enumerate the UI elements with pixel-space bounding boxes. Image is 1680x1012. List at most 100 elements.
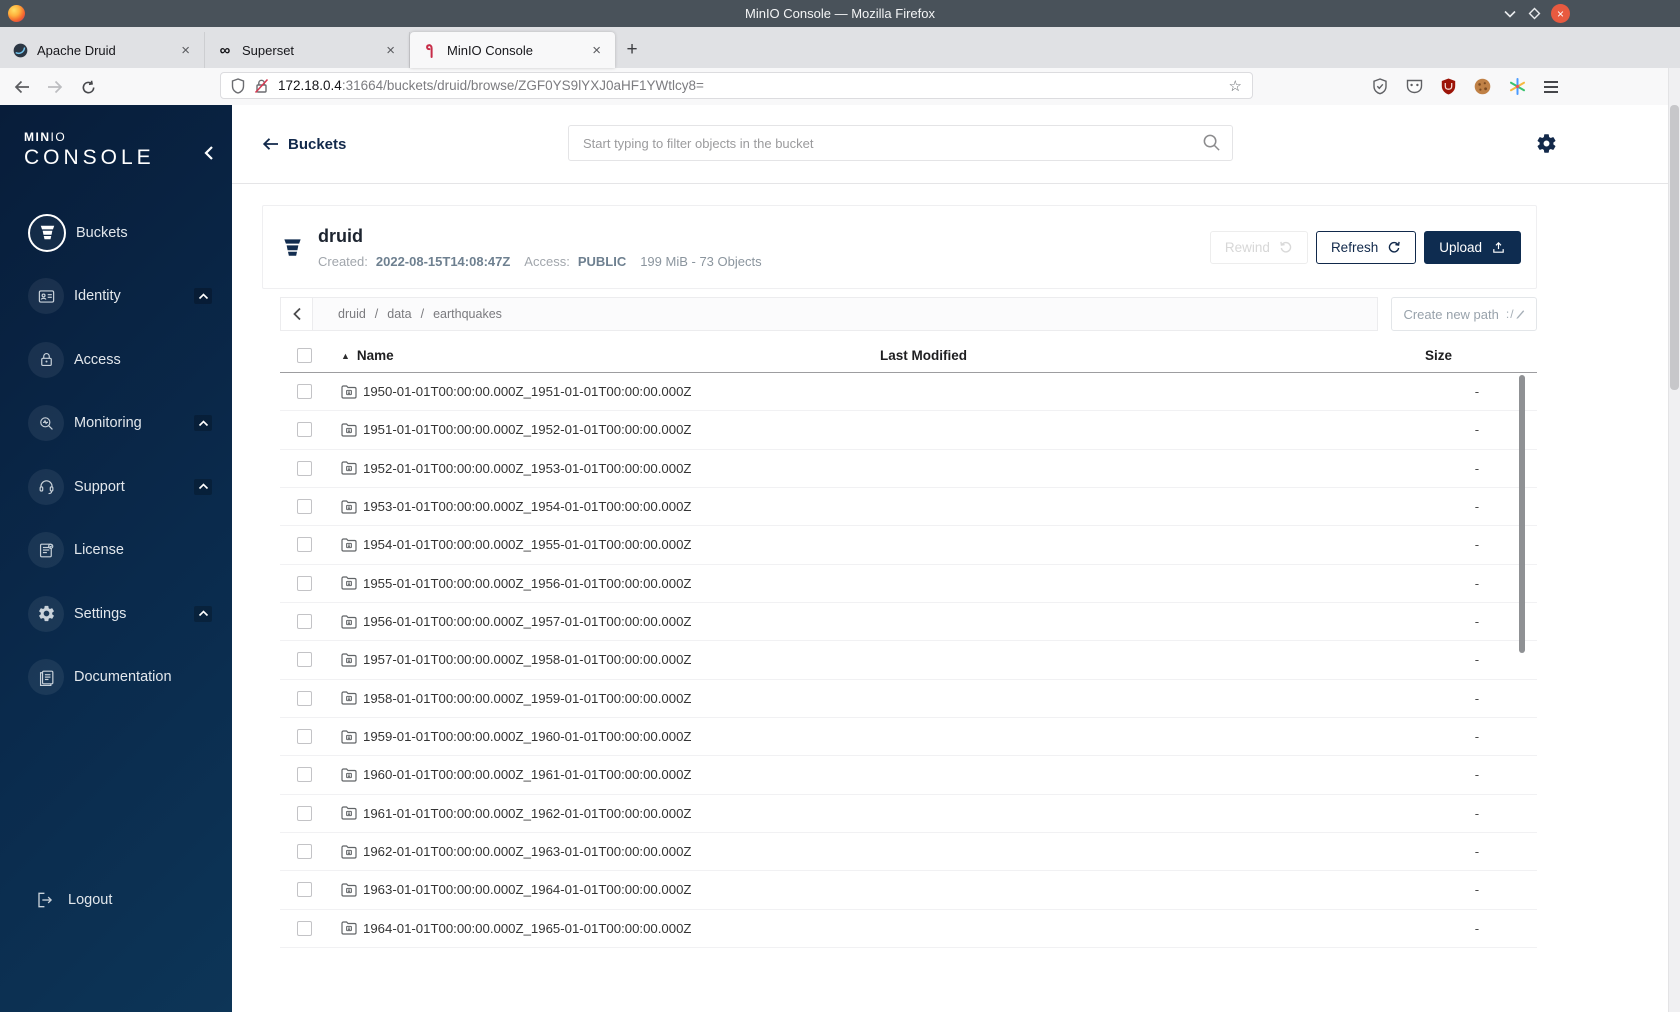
row-checkbox[interactable]	[297, 920, 312, 936]
breadcrumb-item-bucket[interactable]: druid	[338, 307, 366, 321]
row-checkbox[interactable]	[297, 537, 312, 553]
new-tab-button[interactable]: +	[615, 32, 649, 68]
sidebar-item-documentation[interactable]: Documentation	[0, 646, 232, 710]
sidebar-item-settings[interactable]: Settings	[0, 582, 232, 646]
table-row[interactable]: 1964-01-01T00:00:00.000Z_1965-01-01T00:0…	[280, 910, 1537, 948]
back-button[interactable]	[10, 75, 34, 99]
chevron-up-icon[interactable]	[194, 415, 212, 432]
create-new-path-button[interactable]: Create new path :/	[1391, 297, 1537, 331]
upload-button[interactable]: Upload	[1424, 230, 1521, 264]
insecure-lock-icon[interactable]	[254, 78, 269, 94]
table-row[interactable]: 1962-01-01T00:00:00.000Z_1963-01-01T00:0…	[280, 833, 1537, 872]
menu-button[interactable]	[1544, 80, 1558, 93]
row-checkbox[interactable]	[297, 652, 312, 668]
sidebar-item-buckets[interactable]: Buckets	[0, 201, 232, 265]
sidebar-item-identity[interactable]: Identity	[0, 265, 232, 329]
row-checkbox[interactable]	[297, 844, 312, 860]
object-name[interactable]: 1950-01-01T00:00:00.000Z_1951-01-01T00:0…	[363, 384, 691, 399]
column-header-size[interactable]: Size	[1417, 348, 1537, 363]
column-header-name[interactable]: Name	[357, 348, 394, 363]
object-name[interactable]: 1963-01-01T00:00:00.000Z_1964-01-01T00:0…	[363, 882, 691, 897]
table-row[interactable]: 1956-01-01T00:00:00.000Z_1957-01-01T00:0…	[280, 603, 1537, 642]
sidebar-item-access[interactable]: Access	[0, 328, 232, 392]
refresh-button[interactable]: Refresh	[1315, 230, 1417, 264]
breadcrumb-item-folder[interactable]: data	[387, 307, 411, 321]
table-row[interactable]: 1959-01-01T00:00:00.000Z_1960-01-01T00:0…	[280, 718, 1537, 757]
ublock-extension-icon[interactable]	[1441, 78, 1456, 95]
tab-apache-druid[interactable]: Apache Druid ×	[0, 32, 205, 68]
select-all-checkbox[interactable]	[297, 348, 312, 363]
url-bar[interactable]: 172.18.0.4:31664/buckets/druid/browse/ZG…	[220, 72, 1253, 99]
table-row[interactable]: 1963-01-01T00:00:00.000Z_1964-01-01T00:0…	[280, 871, 1537, 910]
table-row[interactable]: 1951-01-01T00:00:00.000Z_1952-01-01T00:0…	[280, 411, 1537, 450]
row-checkbox[interactable]	[297, 767, 312, 783]
table-row[interactable]: 1961-01-01T00:00:00.000Z_1962-01-01T00:0…	[280, 795, 1537, 833]
object-name[interactable]: 1951-01-01T00:00:00.000Z_1952-01-01T00:0…	[363, 422, 691, 437]
browser-scrollbar-thumb[interactable]	[1670, 105, 1679, 390]
table-row[interactable]: 1957-01-01T00:00:00.000Z_1958-01-01T00:0…	[280, 641, 1537, 680]
window-minimize-button[interactable]	[1503, 7, 1517, 21]
row-checkbox[interactable]	[297, 499, 312, 515]
shield-check-extension-icon[interactable]	[1372, 78, 1388, 95]
row-checkbox[interactable]	[297, 614, 312, 630]
row-checkbox[interactable]	[297, 384, 312, 400]
row-checkbox[interactable]	[297, 882, 312, 898]
sort-ascending-icon[interactable]: ▲	[341, 351, 350, 361]
sidebar-item-monitoring[interactable]: Monitoring	[0, 392, 232, 456]
row-checkbox[interactable]	[297, 575, 312, 591]
object-name[interactable]: 1955-01-01T00:00:00.000Z_1956-01-01T00:0…	[363, 576, 691, 591]
object-name[interactable]: 1961-01-01T00:00:00.000Z_1962-01-01T00:0…	[363, 806, 691, 821]
object-name[interactable]: 1960-01-01T00:00:00.000Z_1961-01-01T00:0…	[363, 767, 691, 782]
object-name[interactable]: 1956-01-01T00:00:00.000Z_1957-01-01T00:0…	[363, 614, 691, 629]
column-header-last-modified[interactable]: Last Modified	[880, 348, 1417, 363]
cookie-extension-icon[interactable]	[1474, 78, 1491, 95]
object-name[interactable]: 1953-01-01T00:00:00.000Z_1954-01-01T00:0…	[363, 499, 691, 514]
object-name[interactable]: 1954-01-01T00:00:00.000Z_1955-01-01T00:0…	[363, 537, 691, 552]
table-row[interactable]: 1960-01-01T00:00:00.000Z_1961-01-01T00:0…	[280, 756, 1537, 795]
object-name[interactable]: 1962-01-01T00:00:00.000Z_1963-01-01T00:0…	[363, 844, 691, 859]
window-maximize-button[interactable]	[1527, 7, 1541, 21]
reload-button[interactable]	[76, 75, 100, 99]
chevron-up-icon[interactable]	[194, 288, 212, 305]
chevron-up-icon[interactable]	[194, 478, 212, 495]
window-close-button[interactable]: ×	[1551, 4, 1570, 23]
object-name[interactable]: 1952-01-01T00:00:00.000Z_1953-01-01T00:0…	[363, 461, 691, 476]
object-name[interactable]: 1957-01-01T00:00:00.000Z_1958-01-01T00:0…	[363, 652, 691, 667]
tab-close-icon[interactable]: ×	[382, 41, 399, 60]
chevron-up-icon[interactable]	[194, 605, 212, 622]
table-row[interactable]: 1958-01-01T00:00:00.000Z_1959-01-01T00:0…	[280, 680, 1537, 718]
tab-close-icon[interactable]: ×	[588, 41, 605, 60]
object-name[interactable]: 1958-01-01T00:00:00.000Z_1959-01-01T00:0…	[363, 691, 691, 706]
snowflake-extension-icon[interactable]	[1509, 78, 1526, 95]
tracking-shield-icon[interactable]	[231, 77, 245, 94]
breadcrumb-item-folder[interactable]: earthquakes	[433, 307, 502, 321]
settings-gear-icon[interactable]	[1535, 132, 1558, 155]
sidebar-item-logout[interactable]: Logout	[0, 880, 232, 920]
row-checkbox[interactable]	[297, 729, 312, 745]
back-to-buckets-link[interactable]: Buckets	[262, 136, 346, 153]
container-mask-extension-icon[interactable]	[1406, 79, 1423, 94]
filter-objects-input[interactable]	[568, 125, 1233, 161]
browser-scrollbar[interactable]	[1668, 68, 1680, 1012]
table-scrollbar-thumb[interactable]	[1519, 375, 1525, 653]
object-name[interactable]: 1964-01-01T00:00:00.000Z_1965-01-01T00:0…	[363, 921, 691, 936]
table-row[interactable]: 1950-01-01T00:00:00.000Z_1951-01-01T00:0…	[280, 373, 1537, 412]
sidebar-item-support[interactable]: Support	[0, 455, 232, 519]
sidebar-item-license[interactable]: License	[0, 519, 232, 583]
bookmark-star-icon[interactable]: ☆	[1229, 77, 1242, 95]
tab-minio-console[interactable]: MinIO Console ×	[410, 32, 615, 68]
row-checkbox[interactable]	[297, 460, 312, 476]
table-row[interactable]: 1953-01-01T00:00:00.000Z_1954-01-01T00:0…	[280, 488, 1537, 527]
row-checkbox[interactable]	[297, 805, 312, 821]
tab-superset[interactable]: ∞ Superset ×	[205, 32, 410, 68]
table-row[interactable]: 1952-01-01T00:00:00.000Z_1953-01-01T00:0…	[280, 450, 1537, 488]
object-name[interactable]: 1959-01-01T00:00:00.000Z_1960-01-01T00:0…	[363, 729, 691, 744]
row-checkbox[interactable]	[297, 422, 312, 438]
tab-close-icon[interactable]: ×	[177, 41, 194, 60]
row-checkbox[interactable]	[297, 690, 312, 706]
table-row[interactable]: 1955-01-01T00:00:00.000Z_1956-01-01T00:0…	[280, 565, 1537, 603]
table-row[interactable]: 1954-01-01T00:00:00.000Z_1955-01-01T00:0…	[280, 526, 1537, 565]
rewind-button[interactable]: Rewind	[1209, 230, 1308, 264]
sidebar-collapse-icon[interactable]	[203, 145, 214, 161]
forward-button[interactable]	[43, 75, 67, 99]
